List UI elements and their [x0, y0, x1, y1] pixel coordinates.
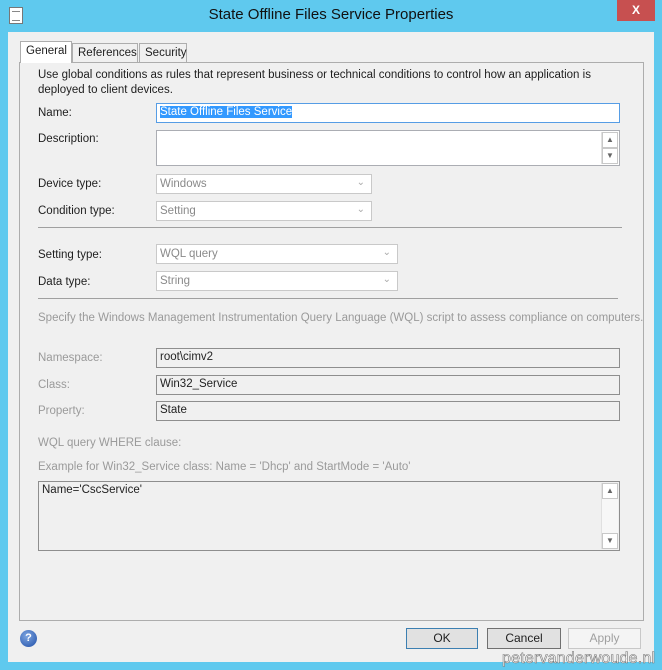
scroll-down-icon[interactable]: ▼	[602, 148, 618, 164]
chevron-down-icon: ⌄	[356, 177, 365, 188]
property-input[interactable]: State	[156, 401, 620, 421]
window-title: State Offline Files Service Properties	[208, 6, 454, 23]
cancel-button[interactable]: Cancel	[487, 628, 561, 649]
chevron-down-icon: ⌄	[356, 204, 365, 215]
property-label: Property:	[38, 405, 85, 417]
setting-type-label: Setting type:	[38, 249, 102, 261]
close-button[interactable]: X	[617, 0, 655, 21]
where-clause-value: Name='CscService'	[42, 484, 142, 496]
intro-text: Use global conditions as rules that repr…	[38, 69, 591, 96]
apply-button[interactable]: Apply	[568, 628, 641, 649]
name-input[interactable]: State Offline Files Service	[156, 103, 620, 123]
name-label: Name:	[38, 107, 72, 119]
where-scrollbar[interactable]: ▲ ▼	[601, 483, 618, 549]
scroll-down-icon[interactable]: ▼	[602, 533, 618, 549]
chevron-down-icon: ⌄	[382, 247, 391, 258]
where-example: Example for Win32_Service class: Name = …	[38, 461, 411, 473]
where-label: WQL query WHERE clause:	[38, 437, 182, 449]
separator	[38, 227, 622, 228]
condition-type-value: Setting	[160, 205, 196, 217]
scroll-up-icon[interactable]: ▲	[602, 483, 618, 499]
class-input[interactable]: Win32_Service	[156, 375, 620, 395]
class-label: Class:	[38, 379, 70, 391]
name-value: State Offline Files Service	[160, 106, 293, 118]
description-scrollbar[interactable]: ▲ ▼	[601, 132, 618, 164]
tab-references[interactable]: References	[72, 43, 138, 63]
device-type-label: Device type:	[38, 178, 102, 190]
data-type-select[interactable]: String ⌄	[156, 271, 398, 291]
setting-type-select[interactable]: WQL query ⌄	[156, 244, 398, 264]
wql-instructions: Specify the Windows Management Instrumen…	[38, 312, 644, 324]
separator	[38, 298, 618, 299]
ok-button[interactable]: OK	[406, 628, 478, 649]
data-type-value: String	[160, 275, 191, 287]
title-bar[interactable]: State Offline Files Service Properties X	[0, 0, 662, 32]
data-type-label: Data type:	[38, 276, 91, 288]
help-icon[interactable]: ?	[20, 630, 37, 647]
namespace-input[interactable]: root\cimv2	[156, 348, 620, 368]
condition-type-select[interactable]: Setting ⌄	[156, 201, 372, 221]
description-label: Description:	[38, 133, 99, 145]
device-type-value: Windows	[160, 178, 207, 190]
condition-type-label: Condition type:	[38, 205, 115, 217]
chevron-down-icon: ⌄	[382, 274, 391, 285]
namespace-label: Namespace:	[38, 352, 103, 364]
tab-security[interactable]: Security	[139, 43, 187, 63]
device-type-select[interactable]: Windows ⌄	[156, 174, 372, 194]
tab-general[interactable]: General	[20, 41, 72, 63]
scroll-up-icon[interactable]: ▲	[602, 132, 618, 148]
where-clause-textarea[interactable]: Name='CscService' ▲ ▼	[38, 481, 620, 551]
setting-type-value: WQL query	[160, 248, 218, 260]
watermark: petervanderwoude.nl	[502, 650, 656, 668]
description-input[interactable]: ▲ ▼	[156, 130, 620, 166]
